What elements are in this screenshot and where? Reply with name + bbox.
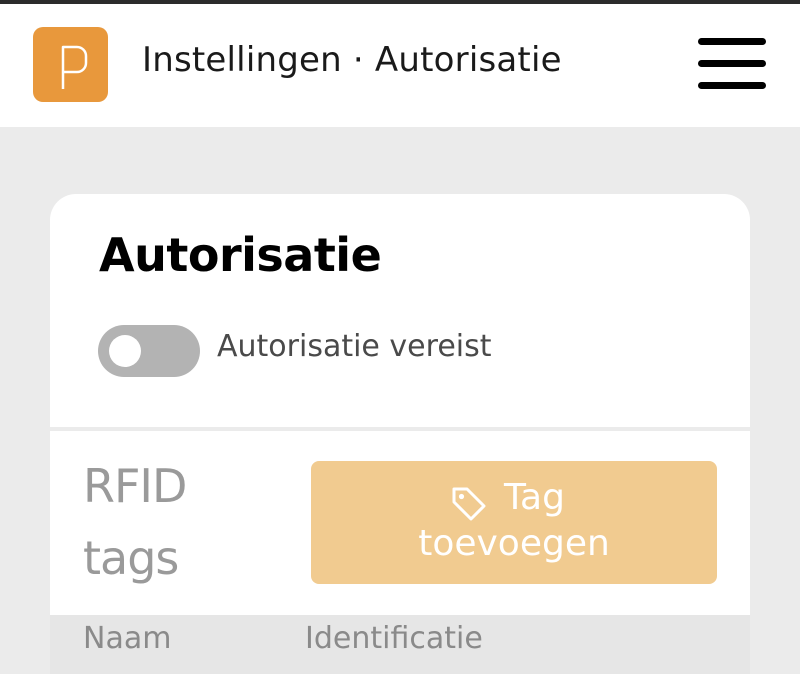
card-title: Autorisatie [99, 228, 382, 282]
toggle-label: Autorisatie vereist [217, 329, 492, 364]
authorization-required-toggle[interactable] [98, 325, 200, 377]
app-header: Instellingen · Autorisatie [0, 4, 800, 127]
menu-button[interactable] [698, 38, 768, 94]
hamburger-line [698, 82, 766, 89]
page-title: Instellingen · Autorisatie [142, 40, 562, 80]
add-tag-label-line2: toevoegen [418, 523, 610, 564]
add-tag-button[interactable]: Tag toevoegen [311, 461, 717, 584]
rfid-table-header: Naam Identificatie [50, 615, 750, 674]
column-header-identification[interactable]: Identificatie [305, 621, 483, 656]
p-logo-icon [61, 45, 88, 89]
app-logo[interactable] [33, 27, 108, 102]
toggle-knob [109, 335, 141, 367]
hamburger-line [698, 60, 766, 67]
tag-icon [452, 487, 486, 521]
column-header-name[interactable]: Naam [83, 621, 171, 656]
rfid-title-line2: tags [83, 531, 179, 585]
hamburger-menu-icon [698, 38, 766, 45]
add-tag-label-line1: Tag [504, 477, 565, 518]
rfid-section-title: RFID tags [83, 450, 223, 594]
section-divider [50, 427, 750, 431]
rfid-title-line1: RFID [83, 459, 187, 513]
authorization-card: Autorisatie Autorisatie vereist RFID tag… [50, 194, 750, 674]
